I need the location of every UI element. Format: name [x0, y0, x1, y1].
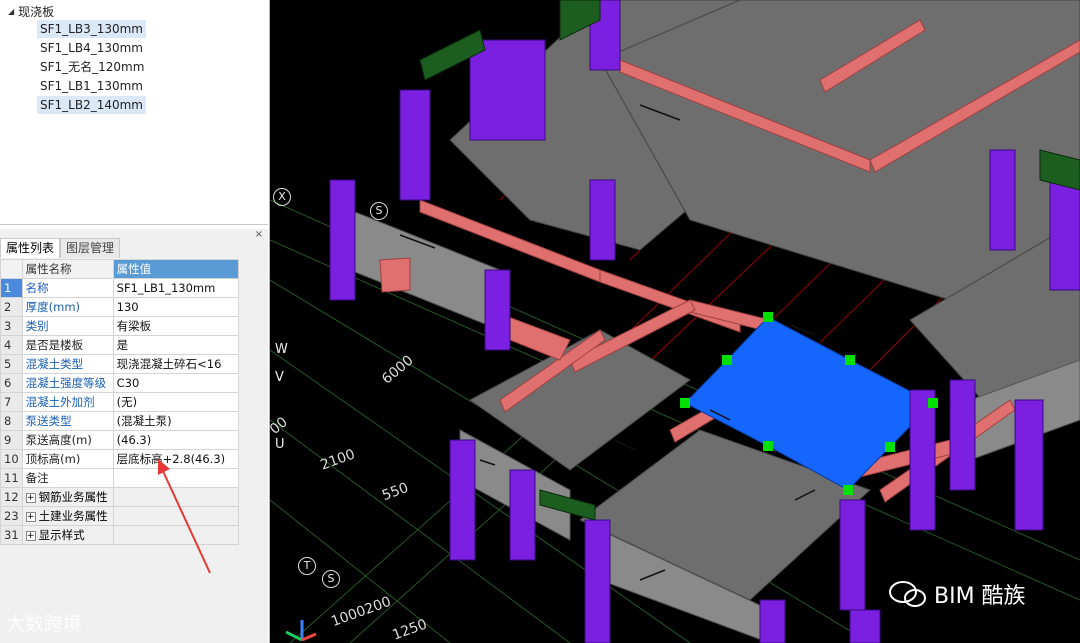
property-row[interactable]: 4 是否是楼板是: [0, 335, 239, 355]
property-value[interactable]: (混凝土泵): [112, 411, 239, 431]
axis-label-s-bottom: S: [322, 570, 340, 588]
axis-label-w: W: [275, 342, 288, 357]
left-panel: ◢ 现浇板 SF1_LB3_130mm SF1_LB4_130mm SF1_无名…: [0, 0, 270, 643]
property-name: 厚度(mm): [21, 297, 114, 317]
property-row[interactable]: 3 类别 有梁板: [0, 316, 239, 336]
property-group[interactable]: + 钢筋业务属性: [21, 487, 114, 507]
axis-label-x: X: [273, 188, 291, 206]
tree-item[interactable]: SF1_LB1_130mm: [37, 77, 146, 95]
expand-plus-icon[interactable]: +: [25, 511, 36, 522]
property-row[interactable]: 8 泵送类型 (混凝土泵): [0, 411, 239, 431]
red-annotation-arrow: [158, 459, 211, 574]
tree-item[interactable]: SF1_无名_120mm: [37, 58, 147, 76]
property-row[interactable]: 6 混凝土强度等级 C30: [0, 373, 239, 393]
property-value[interactable]: SF1_LB1_130mm: [112, 278, 239, 298]
property-name: 混凝土强度等级: [21, 373, 114, 393]
property-name: 名称: [21, 278, 114, 298]
property-panel: × 属性列表 图层管理 属性名称 属性值 1 名称 SF1_LB1_130mm 2 厚度…: [0, 229, 268, 643]
property-row[interactable]: 9 泵送高度(m) (46.3): [0, 430, 239, 450]
watermark-left-text: 大数跨境: [6, 613, 83, 635]
row-number: 6: [0, 373, 23, 393]
table-corner: [0, 259, 23, 279]
property-name: 备注: [21, 468, 114, 488]
row-number: 9: [0, 430, 23, 450]
expand-plus-icon[interactable]: +: [25, 530, 36, 541]
property-group-label: 显示样式: [38, 528, 85, 542]
tree-root-label: 现浇板: [18, 5, 55, 19]
3d-viewport[interactable]: X S W V U T S 6000 00 2100 550 1000200 1…: [270, 0, 1080, 643]
property-value[interactable]: 现浇混凝土碎石<16: [112, 354, 239, 374]
tree-item[interactable]: SF1_LB4_130mm: [37, 39, 146, 57]
row-number: 10: [0, 449, 23, 469]
property-row[interactable]: 5 混凝土类型 现浇混凝土碎石<16: [0, 354, 239, 374]
row-number: 11: [0, 468, 23, 488]
tree-root-node[interactable]: ◢ 现浇板: [8, 3, 54, 20]
tab-layer-management[interactable]: 图层管理: [60, 238, 121, 258]
property-name: 顶标高(m): [21, 449, 114, 469]
property-group[interactable]: + 土建业务属性: [21, 506, 114, 526]
property-value[interactable]: 是: [112, 335, 239, 355]
coordinate-gizmo-icon: [285, 620, 317, 642]
watermark-left: 大数跨境: [6, 609, 82, 636]
property-name: 泵送类型: [21, 411, 114, 431]
panel-tabs: 属性列表 图层管理: [0, 238, 121, 258]
property-value[interactable]: C30: [112, 373, 239, 393]
close-icon[interactable]: ×: [255, 229, 263, 240]
header-property-name: 属性名称: [21, 259, 114, 279]
row-number: 7: [0, 392, 23, 412]
property-group-label: 土建业务属性: [38, 509, 108, 523]
property-name: 是否是楼板: [21, 335, 114, 355]
row-number: 1: [0, 278, 23, 298]
property-value[interactable]: (无): [112, 392, 239, 412]
tab-property-list[interactable]: 属性列表: [0, 238, 61, 258]
property-row[interactable]: 7 混凝土外加剂 (无): [0, 392, 239, 412]
wechat-icon: [889, 581, 926, 607]
property-name: 混凝土类型: [21, 354, 114, 374]
row-number: 31: [0, 525, 23, 545]
row-number: 2: [0, 297, 23, 317]
tree-item[interactable]: SF1_LB3_130mm: [37, 20, 146, 38]
watermark-right: BIM 酷族: [888, 578, 1026, 610]
property-name: 混凝土外加剂: [21, 392, 114, 412]
row-number: 5: [0, 354, 23, 374]
property-value[interactable]: 有梁板: [112, 316, 239, 336]
watermark-right-text: BIM 酷族: [934, 584, 1026, 609]
axis-label-u: U: [275, 437, 285, 452]
property-row[interactable]: 2 厚度(mm) 130: [0, 297, 239, 317]
row-number: 4: [0, 335, 23, 355]
property-name: 类别: [21, 316, 114, 336]
expand-triangle-icon[interactable]: ◢: [8, 7, 14, 16]
row-number: 12: [0, 487, 23, 507]
property-value[interactable]: (46.3): [112, 430, 239, 450]
tree-item[interactable]: SF1_LB2_140mm: [37, 96, 146, 114]
property-group[interactable]: + 显示样式: [21, 525, 114, 545]
header-property-value: 属性值: [112, 259, 239, 279]
property-row[interactable]: 1 名称 SF1_LB1_130mm: [0, 278, 239, 298]
model-canvas[interactable]: [270, 0, 1080, 643]
row-number: 8: [0, 411, 23, 431]
axis-label-t: T: [298, 557, 316, 575]
property-group-label: 钢筋业务属性: [38, 490, 108, 504]
axis-label-s-top: S: [370, 202, 388, 220]
expand-plus-icon[interactable]: +: [25, 492, 36, 503]
property-value[interactable]: 130: [112, 297, 239, 317]
row-number: 23: [0, 506, 23, 526]
component-tree: ◢ 现浇板 SF1_LB3_130mm SF1_LB4_130mm SF1_无名…: [0, 0, 268, 225]
axis-label-v: V: [275, 370, 284, 385]
row-number: 3: [0, 316, 23, 336]
property-name: 泵送高度(m): [21, 430, 114, 450]
